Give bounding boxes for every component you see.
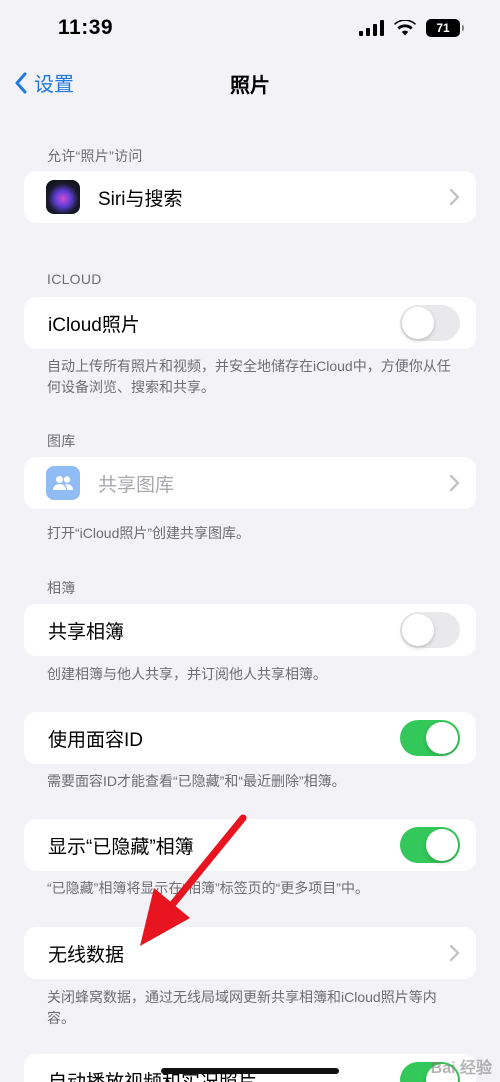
show-hidden-label: 显示“已隐藏”相簿 [48, 836, 194, 858]
card-allow-access: Siri与搜索 [24, 171, 476, 223]
card-library: 共享图库 [24, 457, 476, 509]
wireless-data-row[interactable]: 无线数据 [24, 927, 476, 979]
status-icons: 71 [359, 19, 464, 37]
siri-icon [46, 180, 80, 214]
chevron-right-icon [449, 944, 460, 962]
icloud-footer: 自动上传所有照片和视频，并安全地储存在iCloud中，方便你从任何设备浏览、搜索… [47, 358, 451, 395]
wireless-data-label: 无线数据 [48, 944, 125, 966]
icloud-photos-toggle[interactable] [400, 305, 460, 341]
card-albums: 共享相簿 [24, 604, 476, 656]
hidden-footer: “已隐藏”相簿将显示在“相簿”标签页的“更多项目”中。 [47, 880, 369, 896]
card-icloud: iCloud照片 [24, 297, 476, 349]
show-hidden-row: 显示“已隐藏”相簿 [24, 819, 476, 871]
face-id-label: 使用面容ID [48, 729, 144, 751]
show-hidden-toggle[interactable] [400, 827, 460, 863]
shared-albums-toggle[interactable] [400, 612, 460, 648]
card-wireless: 无线数据 [24, 927, 476, 979]
icloud-photos-label: iCloud照片 [48, 314, 140, 336]
shared-albums-label: 共享相簿 [48, 621, 125, 643]
watermark: Bai 经验 [430, 1060, 492, 1077]
status-time: 11:39 [58, 16, 114, 39]
card-face-id: 使用面容ID [24, 712, 476, 764]
shared-library-row[interactable]: 共享图库 [24, 457, 476, 509]
people-icon [46, 466, 80, 500]
chevron-right-icon [449, 188, 460, 206]
face-id-row: 使用面容ID [24, 712, 476, 764]
siri-search-label: Siri与搜索 [98, 188, 183, 210]
library-footer: 打开“iCloud照片”创建共享图库。 [47, 525, 251, 541]
shared-albums-row: 共享相簿 [24, 604, 476, 656]
section-header-albums: 相簿 [47, 580, 76, 596]
siri-search-row[interactable]: Siri与搜索 [24, 171, 476, 223]
battery-level: 71 [436, 21, 450, 35]
home-indicator[interactable] [161, 1068, 339, 1074]
section-header-library: 图库 [47, 433, 76, 449]
status-bar: 11:39 71 [0, 0, 500, 60]
section-header-allow-access: 允许“照片”访问 [47, 148, 143, 164]
section-header-icloud: ICLOUD [47, 271, 102, 287]
navigation-bar: 设置 照片 [0, 60, 500, 104]
wifi-icon [394, 20, 416, 36]
icloud-photos-row: iCloud照片 [24, 297, 476, 349]
page-title: 照片 [230, 75, 270, 97]
albums-footer: 创建相簿与他人共享，并订阅他人共享相簿。 [47, 666, 327, 682]
wireless-footer: 关闭蜂窝数据，通过无线局域网更新共享相簿和iCloud照片等内容。 [47, 989, 437, 1026]
face-id-footer: 需要面容ID才能查看“已隐藏”和“最近删除”相簿。 [47, 773, 346, 789]
face-id-toggle[interactable] [400, 720, 460, 756]
shared-library-label: 共享图库 [98, 474, 175, 496]
chevron-right-icon [449, 474, 460, 492]
battery-icon: 71 [426, 19, 464, 37]
cellular-signal-icon [359, 20, 384, 36]
card-hidden-album: 显示“已隐藏”相簿 [24, 819, 476, 871]
